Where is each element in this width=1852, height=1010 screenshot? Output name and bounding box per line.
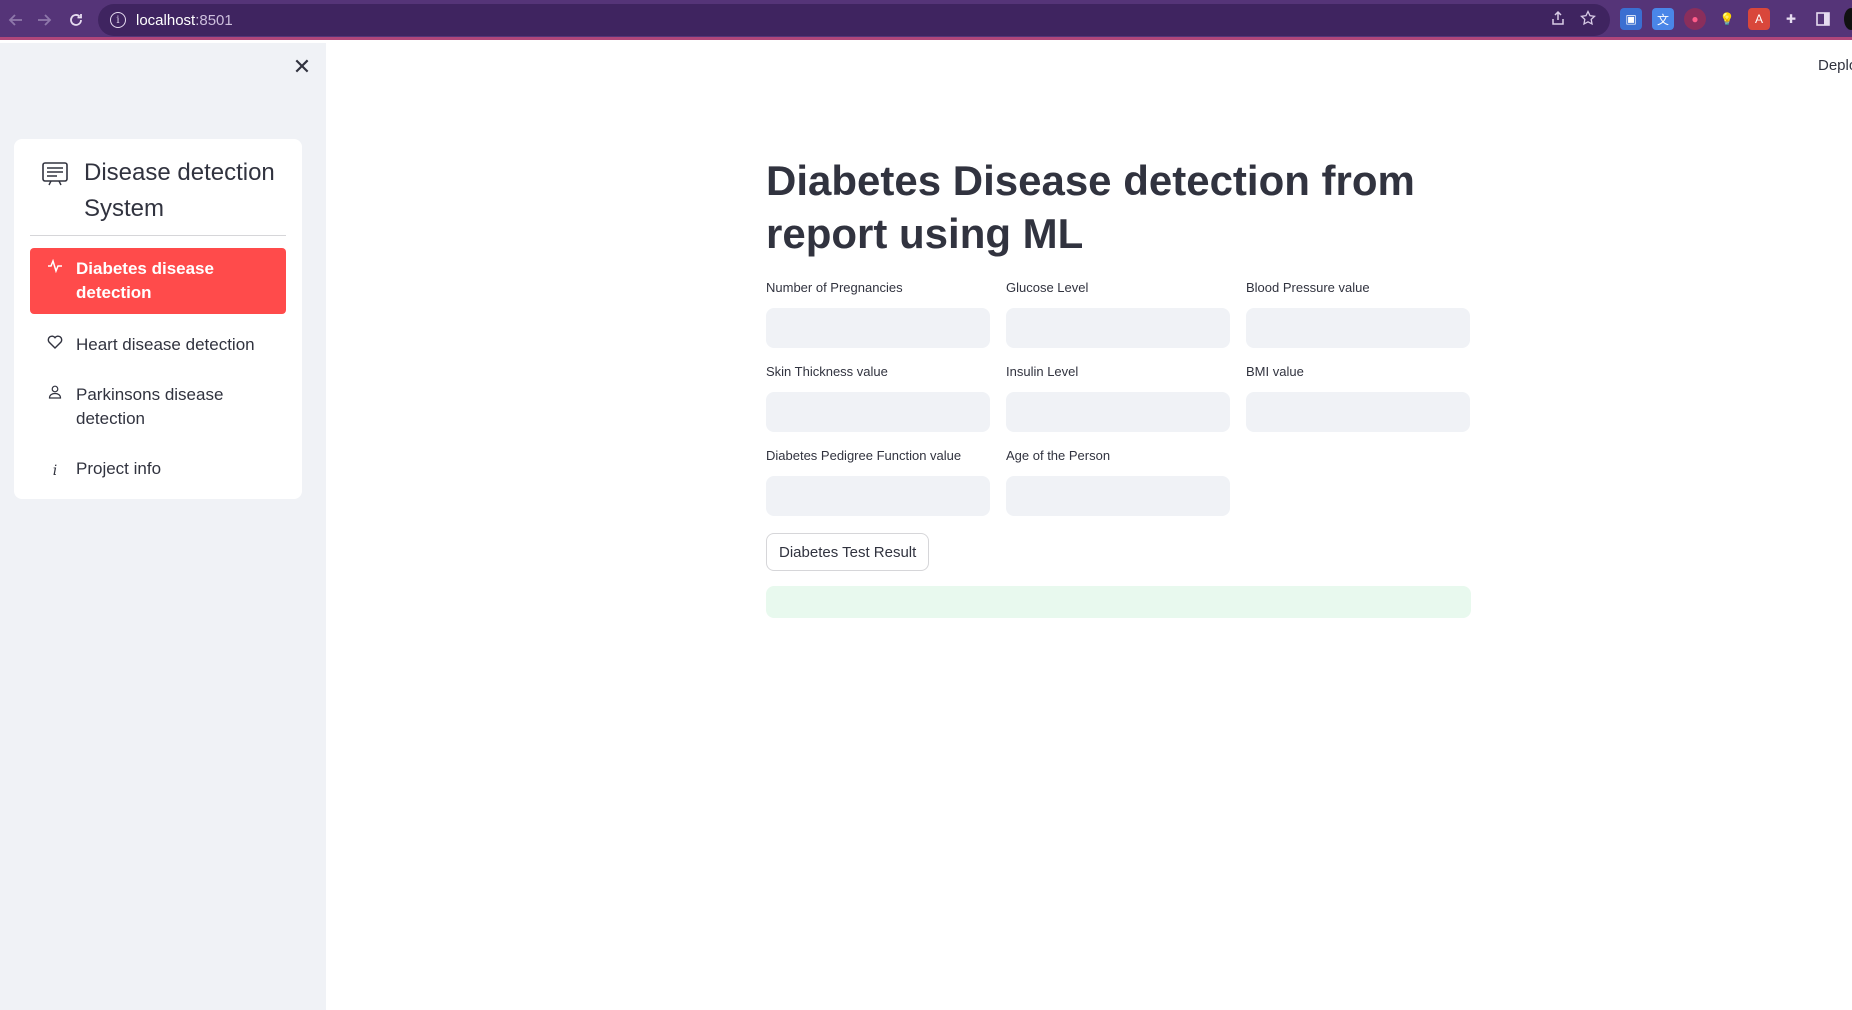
- field-glucose: Glucose Level: [1006, 278, 1230, 348]
- info-icon: i: [52, 463, 58, 479]
- record-extension-icon[interactable]: ●: [1684, 8, 1706, 30]
- pdf-extension-icon[interactable]: A: [1748, 8, 1770, 30]
- field-pedigree: Diabetes Pedigree Function value: [766, 446, 990, 516]
- option-menu: Disease detection System Diabetes diseas…: [14, 139, 302, 499]
- bookmark-star-icon[interactable]: [1580, 9, 1596, 31]
- forward-arrow-icon[interactable]: [28, 4, 60, 36]
- profile-avatar-icon[interactable]: [1844, 8, 1852, 30]
- field-bmi: BMI value: [1246, 362, 1470, 432]
- reload-icon[interactable]: [60, 4, 92, 36]
- menu-list: Diabetes disease detection Heart disease…: [30, 248, 286, 492]
- bmi-input[interactable]: [1246, 392, 1470, 432]
- lightbulb-extension-icon[interactable]: 💡: [1716, 8, 1738, 30]
- browser-toolbar: i localhost:8501 ▣ 文 ● 💡 A ✚: [0, 0, 1852, 40]
- field-label: Glucose Level: [1006, 280, 1089, 295]
- field-label: Number of Pregnancies: [766, 280, 903, 295]
- menu-item-label: Project info: [76, 459, 162, 478]
- field-age: Age of the Person: [1006, 446, 1230, 516]
- pregnancies-input[interactable]: [766, 308, 990, 348]
- menu-item-parkinsons[interactable]: Parkinsons disease detection: [30, 374, 286, 440]
- list-card-icon: [42, 161, 68, 186]
- url-port: :8501: [195, 11, 233, 29]
- age-input[interactable]: [1006, 476, 1230, 516]
- menu-item-heart[interactable]: Heart disease detection: [30, 324, 286, 366]
- field-label: BMI value: [1246, 364, 1304, 379]
- diabetes-test-result-button[interactable]: Diabetes Test Result: [766, 533, 930, 571]
- extensions-puzzle-icon[interactable]: ✚: [1780, 8, 1802, 30]
- field-label: Age of the Person: [1006, 448, 1111, 463]
- blood-pressure-input[interactable]: [1246, 308, 1470, 348]
- field-insulin: Insulin Level: [1006, 362, 1230, 432]
- url-host: localhost: [136, 11, 196, 29]
- page-title: Diabetes Disease detection from report u…: [766, 157, 1415, 257]
- activity-icon: [46, 257, 64, 273]
- menu-title-text: Disease detection System: [84, 159, 275, 222]
- result-success-box: [766, 586, 1471, 618]
- field-label: Blood Pressure value: [1246, 280, 1370, 295]
- sidebar: ✕ Disease detection System Diabetes dise…: [0, 43, 326, 1010]
- close-icon[interactable]: ✕: [290, 54, 314, 79]
- glucose-input[interactable]: [1006, 308, 1230, 348]
- menu-title: Disease detection System: [30, 155, 286, 236]
- person-icon: [46, 383, 64, 399]
- share-icon[interactable]: [1550, 10, 1566, 31]
- deploy-button[interactable]: Deploy: [1818, 57, 1852, 74]
- menu-item-project-info[interactable]: i Project info: [30, 448, 286, 492]
- field-label: Skin Thickness value: [766, 364, 888, 379]
- insulin-input[interactable]: [1006, 392, 1230, 432]
- menu-item-label: Diabetes disease detection: [76, 259, 214, 302]
- menu-item-diabetes[interactable]: Diabetes disease detection: [30, 248, 286, 314]
- field-label: Insulin Level: [1006, 364, 1079, 379]
- field-label: Diabetes Pedigree Function value: [766, 448, 962, 463]
- site-info-icon[interactable]: i: [110, 12, 126, 28]
- side-panel-icon[interactable]: [1812, 8, 1834, 30]
- screen-capture-extension-icon[interactable]: ▣: [1620, 8, 1642, 30]
- field-skin-thickness: Skin Thickness value: [766, 362, 990, 432]
- menu-item-label: Parkinsons disease detection: [76, 385, 224, 428]
- field-blood-pressure: Blood Pressure value: [1246, 278, 1470, 348]
- heart-icon: [46, 333, 64, 349]
- pedigree-input[interactable]: [766, 476, 990, 516]
- menu-item-label: Heart disease detection: [76, 335, 255, 354]
- address-bar[interactable]: i localhost:8501: [98, 4, 1610, 36]
- skin-thickness-input[interactable]: [766, 392, 990, 432]
- field-pregnancies: Number of Pregnancies: [766, 278, 990, 348]
- translate-extension-icon[interactable]: 文: [1652, 8, 1674, 30]
